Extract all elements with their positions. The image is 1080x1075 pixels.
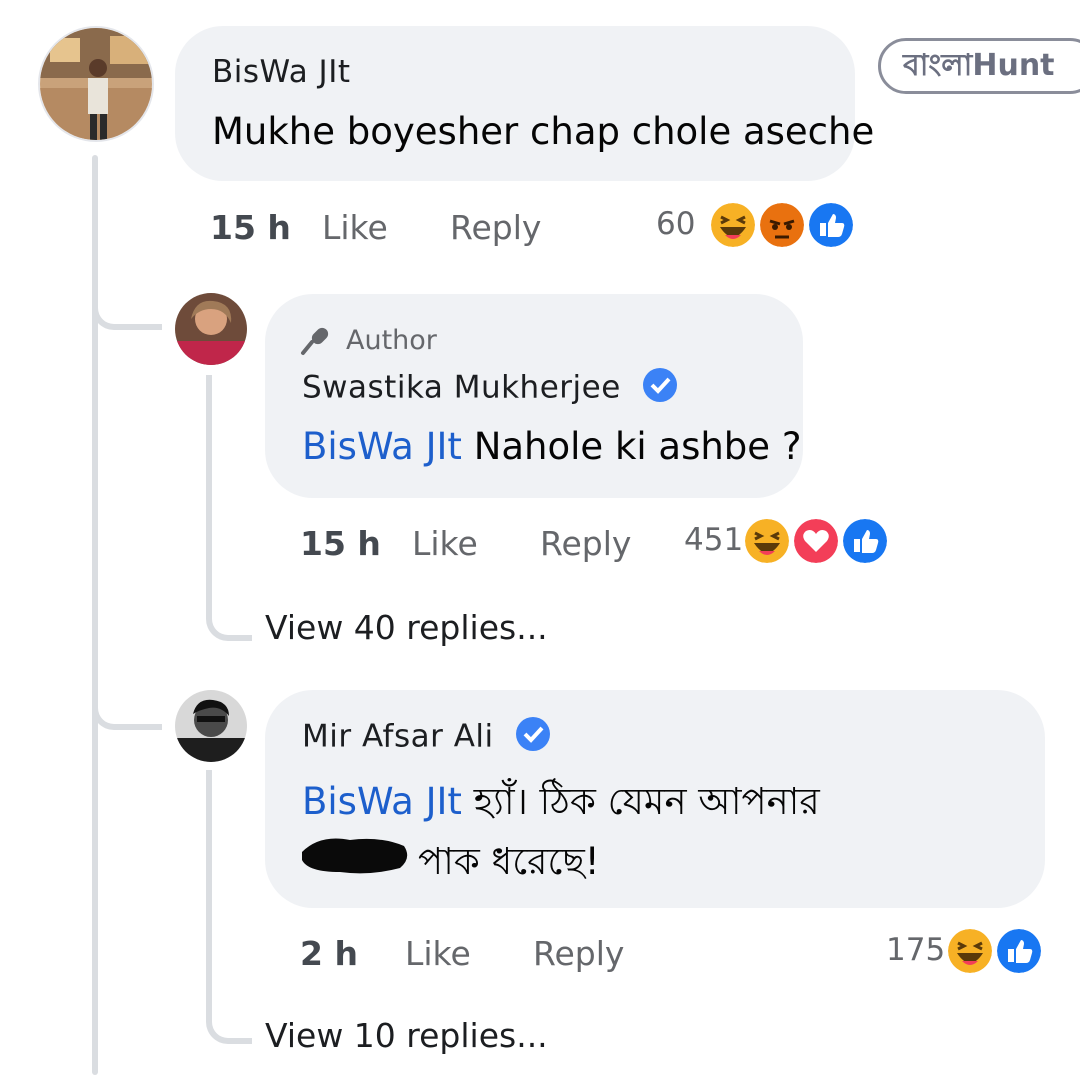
comment-time[interactable]: 2 h: [300, 934, 358, 973]
reply-button[interactable]: Reply: [450, 208, 541, 247]
haha-reaction-icon[interactable]: [945, 926, 995, 976]
comment-text: Mukhe boyesher chap chole aseche: [212, 110, 875, 153]
comment-body: Nahole ki ashbe ?: [461, 425, 802, 468]
reaction-count[interactable]: 60: [656, 206, 695, 242]
haha-reaction-icon[interactable]: [742, 516, 792, 566]
thread-elbow-view-10: [206, 770, 252, 1044]
view-replies-link[interactable]: View 40 replies...: [265, 608, 548, 647]
watermark-logo: বাংলাHunt: [878, 38, 1080, 94]
verified-badge-icon: [643, 368, 678, 410]
like-button[interactable]: Like: [322, 208, 388, 247]
thread-elbow-view-40: [206, 375, 252, 641]
comment-text: BisWa JIt Nahole ki ashbe ?: [302, 425, 801, 468]
like-button[interactable]: Like: [405, 934, 471, 973]
reaction-count[interactable]: 175: [886, 932, 945, 968]
comment-bubble: [175, 26, 855, 181]
love-reaction-icon[interactable]: [791, 516, 841, 566]
like-reaction-icon[interactable]: [840, 516, 890, 566]
thread-elbow-reply-1: [92, 280, 162, 330]
comment-text-line-1: BisWa JIt হ্যাঁ। ঠিক যেমন আপনার: [302, 772, 820, 835]
angry-reaction-icon[interactable]: [757, 200, 807, 250]
avatar[interactable]: [175, 293, 247, 365]
reply-button[interactable]: Reply: [533, 934, 624, 973]
view-replies-link[interactable]: View 10 replies...: [265, 1016, 548, 1055]
thread-elbow-reply-2: [92, 680, 162, 730]
comment-body: হ্যাঁ। ঠিক যেমন আপনার: [461, 780, 820, 823]
comment-author[interactable]: Swastika Mukherjee: [302, 368, 678, 410]
like-reaction-icon[interactable]: [994, 926, 1044, 976]
author-badge-label: Author: [346, 324, 437, 356]
author-badge: Author: [300, 323, 437, 357]
author-name[interactable]: Swastika Mukherjee: [302, 370, 621, 406]
like-button[interactable]: Like: [412, 524, 478, 563]
avatar[interactable]: [175, 690, 247, 762]
mention-link[interactable]: BisWa JIt: [302, 780, 462, 823]
comment-text-line-2: পাক ধরেছে!: [418, 840, 600, 883]
redacted-scribble: [300, 832, 412, 876]
reaction-count[interactable]: 451: [684, 522, 743, 558]
avatar[interactable]: [38, 26, 154, 142]
comment-author[interactable]: Mir Afsar Ali: [302, 717, 551, 759]
haha-reaction-icon[interactable]: [708, 200, 758, 250]
reply-button[interactable]: Reply: [540, 524, 631, 563]
comment-time[interactable]: 15 h: [300, 524, 381, 563]
comment-author[interactable]: BisWa JIt: [212, 54, 351, 90]
microphone-icon: [300, 324, 332, 356]
like-reaction-icon[interactable]: [806, 200, 856, 250]
mention-link[interactable]: BisWa JIt: [302, 425, 462, 468]
comment-time[interactable]: 15 h: [210, 208, 291, 247]
verified-badge-icon: [516, 717, 551, 759]
author-name[interactable]: Mir Afsar Ali: [302, 719, 494, 755]
